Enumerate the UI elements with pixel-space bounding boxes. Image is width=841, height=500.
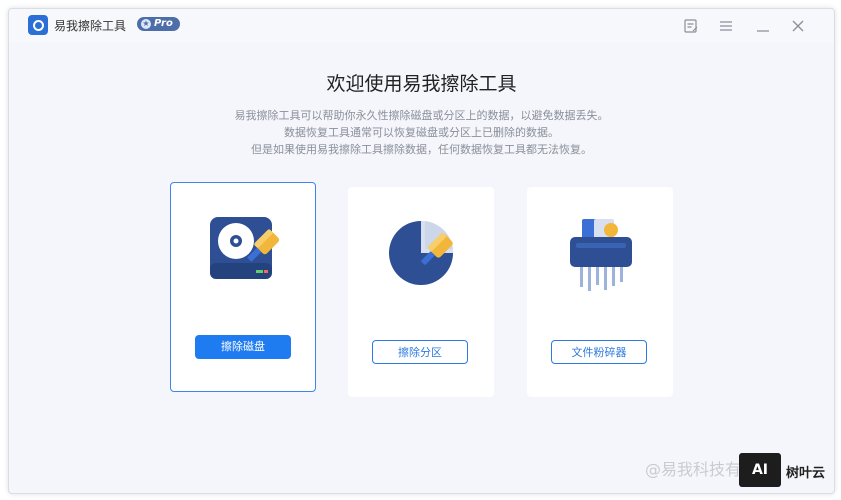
- ai-badge: AI: [739, 453, 781, 487]
- card-erase-partition[interactable]: 擦除分区: [348, 187, 494, 397]
- erase-disk-button[interactable]: 擦除磁盘: [195, 335, 291, 359]
- close-icon[interactable]: [789, 17, 807, 35]
- app-title: 易我擦除工具: [54, 19, 127, 33]
- description-line-1: 易我擦除工具可以帮助你永久性擦除磁盘或分区上的数据，以避免数据丢失。: [234, 109, 609, 122]
- disk-eraser-icon: [204, 213, 284, 287]
- feedback-icon[interactable]: [682, 17, 700, 35]
- page-title: 欢迎使用易我擦除工具: [326, 73, 517, 95]
- title-bar: 易我擦除工具 ★ Pro: [9, 9, 834, 43]
- card-file-shredder[interactable]: 文件粉碎器: [527, 187, 673, 397]
- pro-badge-label: Pro: [154, 18, 173, 29]
- watermark-brand: 树叶云: [786, 466, 826, 481]
- pro-badge: ★ Pro: [137, 17, 180, 31]
- partition-eraser-icon: [381, 217, 461, 291]
- eraser-app-logo-icon: [28, 15, 48, 35]
- file-shredder-button[interactable]: 文件粉碎器: [551, 340, 647, 364]
- description-line-3: 但是如果使用易我擦除工具擦除数据，任何数据恢复工具都无法恢复。: [251, 143, 592, 156]
- card-erase-disk[interactable]: 擦除磁盘: [170, 182, 316, 392]
- file-shredder-icon: [560, 217, 640, 291]
- erase-partition-button[interactable]: 擦除分区: [372, 340, 468, 364]
- description-line-2: 数据恢复工具通常可以恢复磁盘或分区上已删除的数据。: [284, 126, 559, 139]
- menu-icon[interactable]: [717, 17, 735, 35]
- minimize-icon[interactable]: [754, 17, 772, 35]
- app-window: 易我擦除工具 ★ Pro 欢迎使用易我擦除工具 易我擦除工具可以帮助你永久性擦除…: [8, 8, 835, 494]
- star-icon: ★: [141, 19, 151, 29]
